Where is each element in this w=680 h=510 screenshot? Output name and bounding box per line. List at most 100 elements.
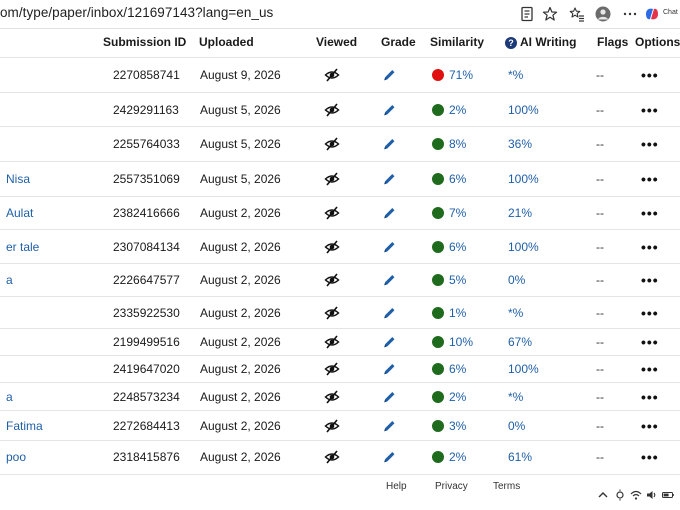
eye-slash-icon[interactable] — [324, 361, 340, 377]
table-row[interactable]: a 2226647577 August 2, 2026 5% 0% -- ••• — [0, 263, 680, 296]
eye-slash-icon[interactable] — [324, 449, 340, 465]
options-menu-button[interactable]: ••• — [641, 389, 659, 405]
pencil-icon[interactable] — [382, 389, 397, 404]
options-menu-button[interactable]: ••• — [641, 205, 659, 221]
wifi-icon[interactable] — [630, 489, 642, 501]
eye-slash-icon[interactable] — [324, 102, 340, 118]
col-ai-writing[interactable]: ? AI Writing — [505, 35, 576, 49]
pencil-icon[interactable] — [382, 305, 397, 320]
pencil-icon[interactable] — [382, 137, 397, 152]
url-text[interactable]: om/type/paper/inbox/121697143?lang=en_us — [0, 5, 273, 20]
copilot-chat-button[interactable]: Chat — [644, 5, 680, 23]
options-menu-button[interactable]: ••• — [641, 418, 659, 434]
col-viewed[interactable]: Viewed — [316, 35, 357, 49]
profile-avatar-icon[interactable] — [595, 6, 611, 22]
submission-name-link[interactable]: Nisa — [6, 172, 30, 186]
submission-name-link[interactable]: poo — [6, 450, 26, 464]
options-menu-button[interactable]: ••• — [641, 449, 659, 465]
similarity-score-link[interactable]: 2% — [449, 103, 466, 117]
eye-slash-icon[interactable] — [324, 272, 340, 288]
favorite-star-icon[interactable] — [542, 6, 558, 22]
pencil-icon[interactable] — [382, 172, 397, 187]
footer-privacy-link[interactable]: Privacy — [435, 481, 468, 492]
pencil-icon[interactable] — [382, 273, 397, 288]
submission-name-link[interactable]: Fatima — [6, 419, 43, 433]
question-circle-icon[interactable]: ? — [505, 37, 517, 49]
eye-slash-icon[interactable] — [324, 418, 340, 434]
col-uploaded[interactable]: Uploaded — [199, 35, 254, 49]
options-menu-button[interactable]: ••• — [641, 361, 659, 377]
ai-writing-score-link[interactable]: 100% — [508, 172, 539, 186]
table-row[interactable]: Aulat 2382416666 August 2, 2026 7% 21% -- ••• — [0, 196, 680, 229]
footer-help-link[interactable]: Help — [386, 481, 407, 492]
ai-writing-score-link[interactable]: 0% — [508, 419, 525, 433]
options-menu-button[interactable]: ••• — [641, 305, 659, 321]
similarity-score-link[interactable]: 2% — [449, 390, 466, 404]
eye-slash-icon[interactable] — [324, 205, 340, 221]
pencil-icon[interactable] — [382, 450, 397, 465]
similarity-score-link[interactable]: 10% — [449, 335, 473, 349]
options-menu-button[interactable]: ••• — [641, 171, 659, 187]
similarity-score-link[interactable]: 5% — [449, 273, 466, 287]
submission-name-link[interactable]: a — [6, 273, 13, 287]
ai-writing-score-link[interactable]: 67% — [508, 335, 532, 349]
similarity-score-link[interactable]: 1% — [449, 306, 466, 320]
similarity-score-link[interactable]: 8% — [449, 137, 466, 151]
table-row[interactable]: 2255764033 August 5, 2026 8% 36% -- ••• — [0, 126, 680, 161]
tray-chevron-up-icon[interactable] — [597, 489, 609, 501]
options-menu-button[interactable]: ••• — [641, 334, 659, 350]
similarity-score-link[interactable]: 71% — [449, 68, 473, 82]
volume-icon[interactable] — [646, 489, 658, 501]
eye-slash-icon[interactable] — [324, 334, 340, 350]
table-row[interactable]: 2270858741 August 9, 2026 71% *% -- ••• — [0, 57, 680, 92]
pencil-icon[interactable] — [382, 206, 397, 221]
ai-writing-score-link[interactable]: 21% — [508, 206, 532, 220]
favorites-list-icon[interactable] — [569, 6, 585, 22]
table-row[interactable]: er tale 2307084134 August 2, 2026 6% 100% -- •… — [0, 229, 680, 263]
options-menu-button[interactable]: ••• — [641, 272, 659, 288]
table-row[interactable]: 2199499516 August 2, 2026 10% 67% -- ••• — [0, 328, 680, 355]
similarity-score-link[interactable]: 2% — [449, 450, 466, 464]
eye-slash-icon[interactable] — [324, 389, 340, 405]
pencil-icon[interactable] — [382, 335, 397, 350]
ai-writing-score-link[interactable]: *% — [508, 390, 523, 404]
options-menu-button[interactable]: ••• — [641, 102, 659, 118]
similarity-score-link[interactable]: 6% — [449, 172, 466, 186]
ai-writing-score-link[interactable]: *% — [508, 306, 523, 320]
pencil-icon[interactable] — [382, 102, 397, 117]
options-menu-button[interactable]: ••• — [641, 239, 659, 255]
col-similarity[interactable]: Similarity — [430, 35, 484, 49]
pencil-icon[interactable] — [382, 68, 397, 83]
ai-writing-score-link[interactable]: 100% — [508, 103, 539, 117]
table-row[interactable]: Nisa 2557351069 August 5, 2026 6% 100% -- ••• — [0, 161, 680, 196]
eye-slash-icon[interactable] — [324, 305, 340, 321]
pencil-icon[interactable] — [382, 239, 397, 254]
pencil-icon[interactable] — [382, 418, 397, 433]
options-menu-button[interactable]: ••• — [641, 136, 659, 152]
similarity-score-link[interactable]: 6% — [449, 362, 466, 376]
submission-name-link[interactable]: a — [6, 390, 13, 404]
more-menu-icon[interactable] — [622, 6, 638, 22]
submission-name-link[interactable]: Aulat — [6, 206, 33, 220]
ai-writing-score-link[interactable]: 61% — [508, 450, 532, 464]
table-row[interactable]: poo 2318415876 August 2, 2026 2% 61% -- ••• — [0, 440, 680, 473]
similarity-score-link[interactable]: 6% — [449, 240, 466, 254]
reader-view-icon[interactable] — [519, 6, 535, 22]
pencil-icon[interactable] — [382, 362, 397, 377]
col-grade[interactable]: Grade — [381, 35, 416, 49]
similarity-score-link[interactable]: 3% — [449, 419, 466, 433]
table-row[interactable]: Fatima 2272684413 August 2, 2026 3% 0% -- ••• — [0, 410, 680, 440]
eye-slash-icon[interactable] — [324, 67, 340, 83]
table-row[interactable]: 2429291163 August 5, 2026 2% 100% -- ••• — [0, 92, 680, 126]
ai-writing-score-link[interactable]: 0% — [508, 273, 525, 287]
ai-writing-score-link[interactable]: 100% — [508, 362, 539, 376]
eye-slash-icon[interactable] — [324, 171, 340, 187]
table-row[interactable]: 2419647020 August 2, 2026 6% 100% -- ••• — [0, 355, 680, 382]
table-row[interactable]: a 2248573234 August 2, 2026 2% *% -- ••• — [0, 382, 680, 410]
ai-writing-score-link[interactable]: 36% — [508, 137, 532, 151]
ai-writing-score-link[interactable]: *% — [508, 68, 523, 82]
options-menu-button[interactable]: ••• — [641, 67, 659, 83]
col-submission-id[interactable]: Submission ID — [103, 35, 186, 49]
tray-weather-icon[interactable] — [614, 489, 626, 501]
eye-slash-icon[interactable] — [324, 239, 340, 255]
